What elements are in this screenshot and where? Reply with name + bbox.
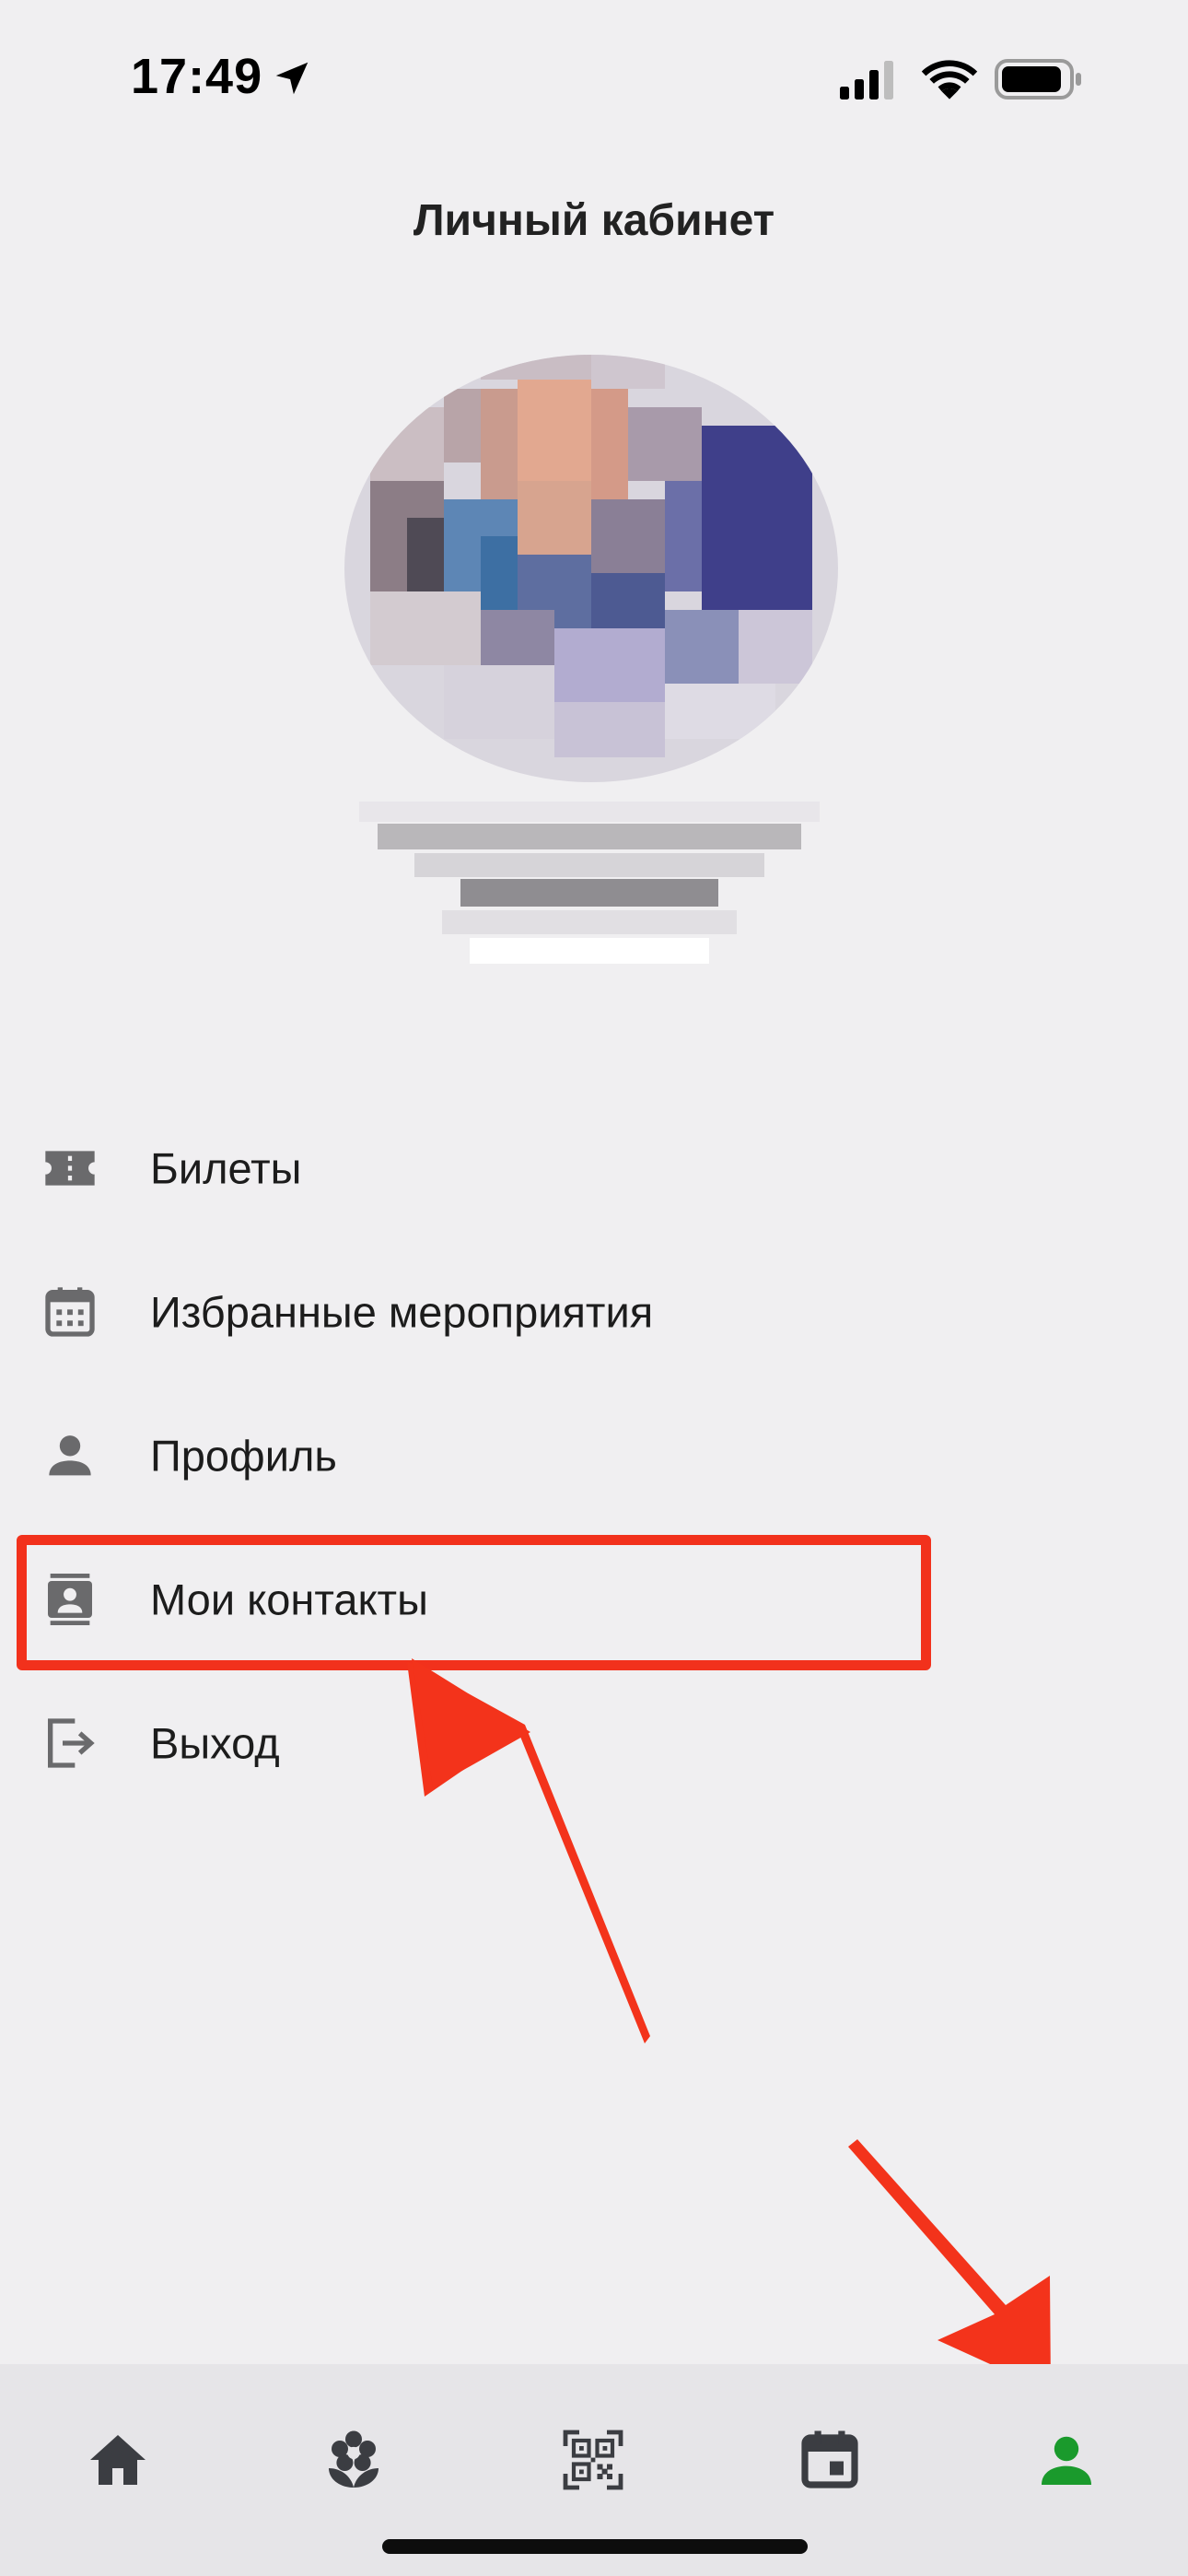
- status-bar: 17:49: [0, 0, 1188, 138]
- person-icon: [1042, 2436, 1091, 2485]
- person-icon: [49, 1435, 91, 1476]
- cellular-signal-icon: [840, 61, 893, 100]
- tab-flower[interactable]: [308, 2414, 400, 2506]
- page-title: Личный кабинет: [413, 196, 775, 245]
- tab-qr-scanner[interactable]: [547, 2414, 639, 2506]
- menu-item-tickets[interactable]: Билеты: [0, 1096, 1188, 1240]
- arrow-to-profile-tab: [848, 2139, 1051, 2392]
- menu-item-label: Избранные мероприятия: [150, 1287, 654, 1337]
- battery-icon: [995, 59, 1081, 100]
- menu-item-profile[interactable]: Профиль: [0, 1384, 1188, 1528]
- location-icon: [275, 62, 309, 95]
- tab-profile[interactable]: [1020, 2414, 1112, 2506]
- menu-item-favorite-events[interactable]: Избранные мероприятия: [0, 1240, 1188, 1384]
- wifi-icon: [921, 60, 978, 100]
- calendar-event-icon: [801, 2430, 858, 2488]
- menu-item-logout[interactable]: Выход: [0, 1671, 1188, 1815]
- flower-icon: [329, 2430, 379, 2488]
- user-name-blur: [359, 802, 820, 964]
- logout-icon: [48, 1718, 95, 1768]
- avatar[interactable]: [333, 334, 849, 785]
- home-icon: [90, 2435, 146, 2485]
- tab-calendar[interactable]: [784, 2414, 876, 2506]
- status-time: 17:49: [131, 49, 263, 104]
- tab-home[interactable]: [72, 2414, 164, 2506]
- home-indicator[interactable]: [382, 2539, 808, 2554]
- menu-item-label: Билеты: [150, 1143, 302, 1193]
- calendar-icon: [45, 1287, 95, 1337]
- ticket-icon: [45, 1151, 95, 1186]
- qr-code-icon: [563, 2430, 623, 2490]
- menu-item-label: Выход: [150, 1718, 280, 1768]
- menu-item-label: Профиль: [150, 1431, 337, 1481]
- highlight-box: [17, 1535, 931, 1670]
